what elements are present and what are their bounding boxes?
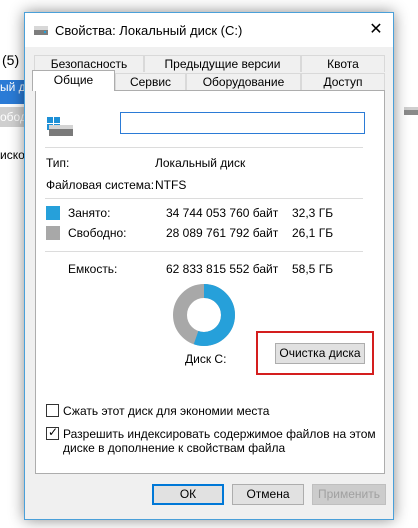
used-space-swatch	[46, 206, 60, 220]
close-icon: ✕	[369, 21, 383, 38]
free-bytes: 28 089 761 792 байт	[166, 226, 279, 240]
used-bytes: 34 744 053 760 байт	[166, 206, 279, 220]
free-label: Свободно:	[68, 226, 127, 240]
index-label-line2: диске в дополнение к свойствам файла	[63, 441, 286, 455]
checkmark-icon: ✓	[48, 425, 59, 439]
background-drive-icon	[404, 107, 418, 115]
tab-hardware[interactable]: Оборудование	[186, 73, 301, 90]
compress-label: Сжать этот диск для экономии места	[63, 404, 270, 418]
background-fragment-3: иско	[0, 148, 25, 162]
drive-large-icon	[47, 117, 73, 136]
type-label: Тип:	[46, 156, 70, 170]
background-count: (5)	[2, 52, 20, 68]
drive-icon	[34, 26, 48, 35]
tab-general[interactable]: Общие	[32, 70, 115, 91]
free-space-swatch	[46, 226, 60, 240]
properties-dialog: Свойства: Локальный диск (C:) ✕ Безопасн…	[24, 12, 394, 520]
separator-top	[45, 147, 363, 148]
capacity-size: 58,5 ГБ	[292, 262, 334, 276]
compress-checkbox[interactable]	[46, 404, 59, 417]
tab-sharing[interactable]: Доступ	[301, 73, 385, 90]
close-button[interactable]: ✕	[365, 19, 387, 41]
drive-name-input[interactable]	[120, 112, 365, 134]
type-value: Локальный диск	[155, 156, 246, 170]
free-size: 26,1 ГБ	[292, 226, 334, 240]
filesystem-value: NTFS	[155, 178, 187, 192]
index-label-line1: Разрешить индексировать содержимое файло…	[63, 427, 376, 441]
cleanup-highlight-box	[256, 331, 374, 375]
disk-label: Диск C:	[185, 352, 227, 366]
separator-mid	[45, 198, 363, 199]
used-label: Занято:	[68, 206, 111, 220]
used-size: 32,3 ГБ	[292, 206, 334, 220]
title-bar[interactable]: Свойства: Локальный диск (C:) ✕	[25, 13, 393, 47]
tab-quota[interactable]: Квота	[301, 55, 385, 72]
index-checkbox[interactable]: ✓	[46, 425, 59, 440]
ok-button[interactable]: ОК	[152, 484, 224, 505]
tab-tools[interactable]: Сервис	[115, 73, 186, 90]
disk-usage-donut	[173, 284, 235, 346]
tab-previous-versions[interactable]: Предыдущие версии	[144, 55, 301, 72]
window-title: Свойства: Локальный диск (C:)	[55, 23, 243, 38]
separator-capacity	[45, 251, 363, 252]
filesystem-label: Файловая система:	[46, 178, 155, 192]
capacity-label: Емкость:	[68, 262, 118, 276]
cancel-button[interactable]: Отмена	[232, 484, 304, 505]
apply-button[interactable]: Применить	[312, 484, 386, 505]
capacity-bytes: 62 833 815 552 байт	[166, 262, 279, 276]
